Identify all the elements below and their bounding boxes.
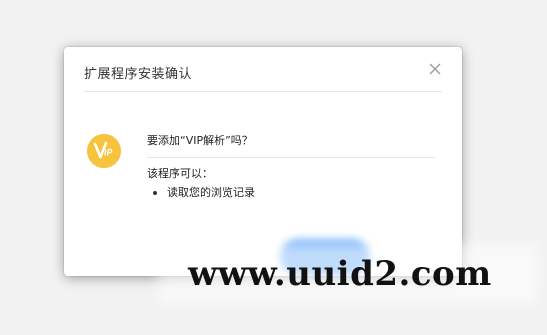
permission-label: 读取您的浏览记录 [167, 186, 255, 199]
extension-install-dialog: 扩展程序安装确认 要添加“VIP解析”吗？ 该程序可以： 读取您的浏览记录 [64, 47, 462, 276]
watermark-text: www.uuid2.com [188, 254, 492, 294]
question-divider [147, 157, 435, 158]
close-icon[interactable] [428, 62, 442, 76]
permission-item: 读取您的浏览记录 [153, 186, 255, 200]
vip-extension-icon [87, 134, 121, 168]
permissions-heading: 该程序可以： [147, 167, 213, 180]
title-divider [84, 91, 442, 92]
bullet-icon [153, 191, 157, 195]
dialog-title: 扩展程序安装确认 [84, 67, 193, 82]
permissions-list: 读取您的浏览记录 [153, 186, 255, 200]
install-question: 要添加“VIP解析”吗？ [147, 134, 253, 147]
